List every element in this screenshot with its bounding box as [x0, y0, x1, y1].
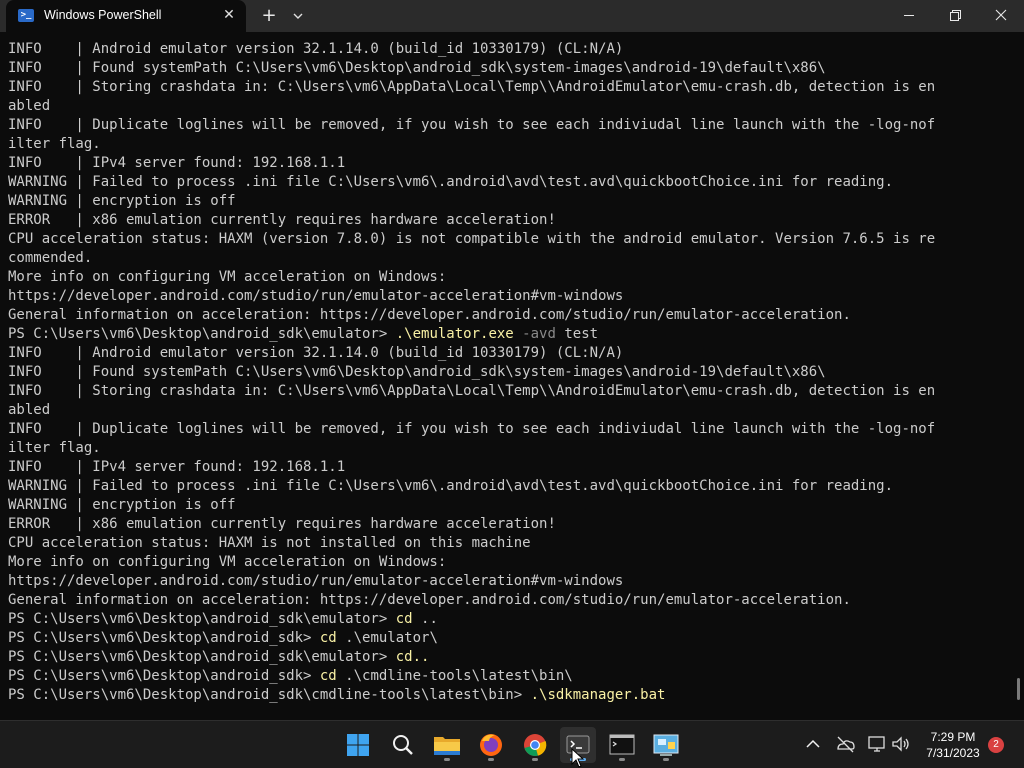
- command-text: .\sdkmanager.bat: [530, 687, 666, 703]
- terminal-line: commended.: [8, 250, 93, 266]
- terminal-line: INFO | Storing crashdata in: C:\Users\vm…: [8, 383, 936, 399]
- terminal-line: ilter flag.: [8, 440, 101, 456]
- terminal-line: https://developer.android.com/studio/run…: [8, 573, 624, 589]
- close-icon: [995, 9, 1007, 21]
- terminal-output[interactable]: INFO | Android emulator version 32.1.14.…: [8, 40, 1008, 712]
- command-argument: ..: [412, 611, 438, 627]
- taskbar: 7:29 PM 7/31/2023 2: [0, 720, 1024, 768]
- search-icon: [393, 735, 413, 755]
- new-tab-button[interactable]: +: [258, 5, 280, 27]
- chevron-down-icon: [293, 13, 303, 19]
- close-window-button[interactable]: [978, 0, 1024, 32]
- terminal-line: PS C:\Users\vm6\Desktop\android_sdk\emul…: [8, 648, 1008, 667]
- volume-tray-button[interactable]: [890, 733, 912, 755]
- terminal-line: WARNING | encryption is off: [8, 497, 236, 513]
- taskbar-start-button[interactable]: [340, 727, 376, 763]
- prompt-text: PS C:\Users\vm6\Desktop\android_sdk\emul…: [8, 326, 396, 342]
- prompt-text: PS C:\Users\vm6\Desktop\android_sdk\emul…: [8, 611, 396, 627]
- terminal-line: General information on acceleration: htt…: [8, 307, 851, 323]
- terminal-line: General information on acceleration: htt…: [8, 592, 851, 608]
- terminal-line: PS C:\Users\vm6\Desktop\android_sdk\emul…: [8, 325, 1008, 344]
- terminal-line: ERROR | x86 emulation currently requires…: [8, 516, 556, 532]
- running-indicator: [663, 758, 669, 761]
- terminal-line: CPU acceleration status: HAXM (version 7…: [8, 231, 936, 247]
- command-argument: .\emulator\: [336, 630, 438, 646]
- minimize-button[interactable]: [886, 0, 932, 32]
- terminal-line: INFO | IPv4 server found: 192.168.1.1: [8, 155, 346, 171]
- command-text: .\emulator.exe: [395, 326, 514, 342]
- terminal-line: INFO | Duplicate loglines will be remove…: [8, 117, 936, 133]
- system-clock[interactable]: 7:29 PM 7/31/2023: [918, 729, 988, 761]
- terminal-line: PS C:\Users\vm6\Desktop\android_sdk\cmdl…: [8, 686, 1008, 705]
- terminal-line: INFO | Storing crashdata in: C:\Users\vm…: [8, 79, 936, 95]
- terminal-line: WARNING | Failed to process .ini file C:…: [8, 174, 894, 190]
- tab-dropdown-button[interactable]: [288, 7, 308, 25]
- taskbar-control-panel[interactable]: [648, 727, 684, 763]
- terminal-line: PS C:\Users\vm6\Desktop\android_sdk> cd …: [8, 629, 1008, 648]
- running-indicator: [488, 758, 494, 761]
- onedrive-tray-button[interactable]: [834, 733, 856, 755]
- running-indicator: [532, 758, 538, 761]
- terminal-line: More info on configuring VM acceleration…: [8, 554, 447, 570]
- command-text: cd: [395, 611, 413, 627]
- taskbar-file-explorer[interactable]: [429, 727, 465, 763]
- prompt-text: PS C:\Users\vm6\Desktop\android_sdk\emul…: [8, 649, 396, 665]
- command-text: cd: [319, 668, 337, 684]
- terminal-line: INFO | Found systemPath C:\Users\vm6\Des…: [8, 60, 826, 76]
- terminal-line: WARNING | Failed to process .ini file C:…: [8, 478, 894, 494]
- terminal-line: WARNING | encryption is off: [8, 193, 236, 209]
- terminal-line: INFO | Android emulator version 32.1.14.…: [8, 41, 624, 57]
- command-argument: .\cmdline-tools\latest\bin\: [336, 668, 573, 684]
- tab-windows-powershell[interactable]: >_ Windows PowerShell ✕: [6, 0, 246, 32]
- mouse-pointer-icon: [571, 748, 585, 768]
- command-text: cd: [319, 630, 337, 646]
- terminal-line: CPU acceleration status: HAXM is not ins…: [8, 535, 531, 551]
- prompt-text: PS C:\Users\vm6\Desktop\android_sdk>: [8, 630, 320, 646]
- show-hidden-icons-button[interactable]: [802, 733, 824, 755]
- maximize-button[interactable]: [932, 0, 978, 32]
- terminal-line: PS C:\Users\vm6\Desktop\android_sdk\emul…: [8, 610, 1008, 629]
- terminal-line: https://developer.android.com/studio/run…: [8, 288, 624, 304]
- network-tray-button[interactable]: [866, 733, 888, 755]
- volume-icon: [892, 736, 909, 752]
- terminal-line: abled: [8, 98, 51, 114]
- clock-time: 7:29 PM: [930, 730, 976, 744]
- running-indicator: [619, 758, 625, 761]
- notification-badge[interactable]: 2: [988, 737, 1004, 753]
- windows-start-icon: [347, 734, 369, 756]
- terminal-line: ERROR | x86 emulation currently requires…: [8, 212, 556, 228]
- terminal-line: ilter flag.: [8, 136, 101, 152]
- terminal-line: More info on configuring VM acceleration…: [8, 269, 447, 285]
- terminal-line: INFO | Android emulator version 32.1.14.…: [8, 345, 624, 361]
- taskbar-firefox[interactable]: [473, 727, 509, 763]
- powershell-icon: >_: [18, 9, 34, 22]
- prompt-text: PS C:\Users\vm6\Desktop\android_sdk>: [8, 668, 320, 684]
- minimize-icon: [904, 15, 914, 16]
- terminal-line: INFO | Duplicate loglines will be remove…: [8, 421, 936, 437]
- prompt-text: PS C:\Users\vm6\Desktop\android_sdk\cmdl…: [8, 687, 531, 703]
- tab-title: Windows PowerShell: [44, 8, 162, 22]
- command-text: cd..: [395, 649, 430, 665]
- taskbar-command-prompt[interactable]: [604, 727, 640, 763]
- title-bar: >_ Windows PowerShell ✕ +: [0, 0, 1024, 32]
- terminal-line: INFO | Found systemPath C:\Users\vm6\Des…: [8, 364, 826, 380]
- taskbar-search-button[interactable]: [385, 727, 421, 763]
- command-argument: test: [555, 326, 599, 342]
- chevron-up-icon: [806, 739, 820, 748]
- terminal-scrollbar[interactable]: [1017, 678, 1020, 700]
- terminal-line: INFO | IPv4 server found: 192.168.1.1: [8, 459, 346, 475]
- restore-icon: [950, 10, 961, 21]
- clock-date: 7/31/2023: [926, 746, 980, 760]
- network-offline-icon: [837, 736, 855, 753]
- command-parameter: -avd: [513, 326, 556, 342]
- terminal-line: PS C:\Users\vm6\Desktop\android_sdk> cd …: [8, 667, 1008, 686]
- running-indicator: [444, 758, 450, 761]
- close-tab-button[interactable]: ✕: [220, 6, 238, 24]
- display-icon: [868, 736, 885, 752]
- terminal-line: abled: [8, 402, 51, 418]
- taskbar-chrome[interactable]: [517, 727, 553, 763]
